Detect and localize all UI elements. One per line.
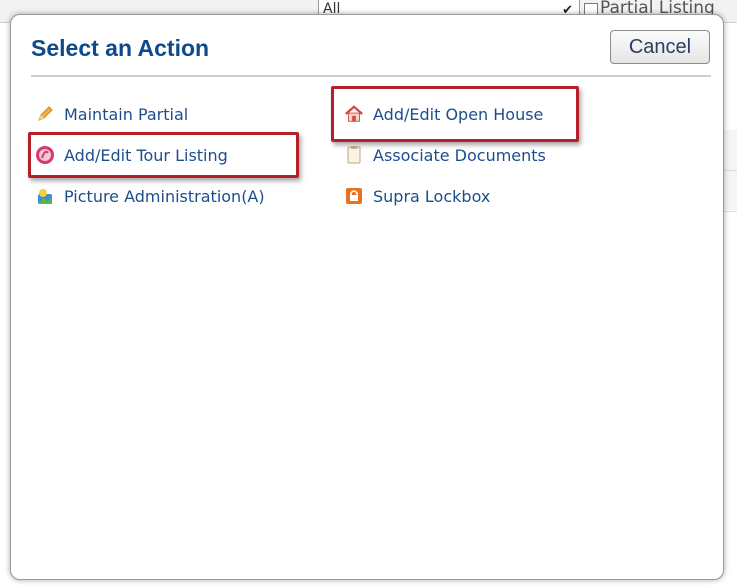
action-label: Add/Edit Tour Listing bbox=[64, 145, 228, 165]
action-label: Associate Documents bbox=[373, 145, 546, 165]
title-divider bbox=[31, 75, 711, 77]
action-add-edit-open-house[interactable]: Add/Edit Open House bbox=[344, 104, 543, 124]
picture-icon bbox=[35, 186, 55, 206]
action-label: Maintain Partial bbox=[64, 104, 189, 124]
tour-icon bbox=[35, 145, 55, 165]
action-label: Add/Edit Open House bbox=[373, 104, 544, 124]
pencil-icon bbox=[35, 104, 55, 124]
action-label: Supra Lockbox bbox=[373, 186, 491, 206]
cancel-button[interactable]: Cancel bbox=[610, 30, 710, 64]
dialog-title: Select an Action bbox=[31, 35, 210, 61]
document-icon bbox=[344, 145, 364, 165]
action-label: Picture Administration(A) bbox=[64, 186, 265, 206]
select-action-dialog: Select an Action Cancel Maintain Partial… bbox=[10, 14, 724, 580]
action-picture-administration[interactable]: Picture Administration(A) bbox=[35, 186, 265, 206]
house-icon bbox=[344, 104, 364, 124]
action-add-edit-tour-listing[interactable]: Add/Edit Tour Listing bbox=[35, 145, 228, 165]
action-maintain-partial[interactable]: Maintain Partial bbox=[35, 104, 188, 124]
action-associate-documents[interactable]: Associate Documents bbox=[344, 145, 546, 165]
action-supra-lockbox[interactable]: Supra Lockbox bbox=[344, 186, 490, 206]
lockbox-icon bbox=[344, 186, 364, 206]
